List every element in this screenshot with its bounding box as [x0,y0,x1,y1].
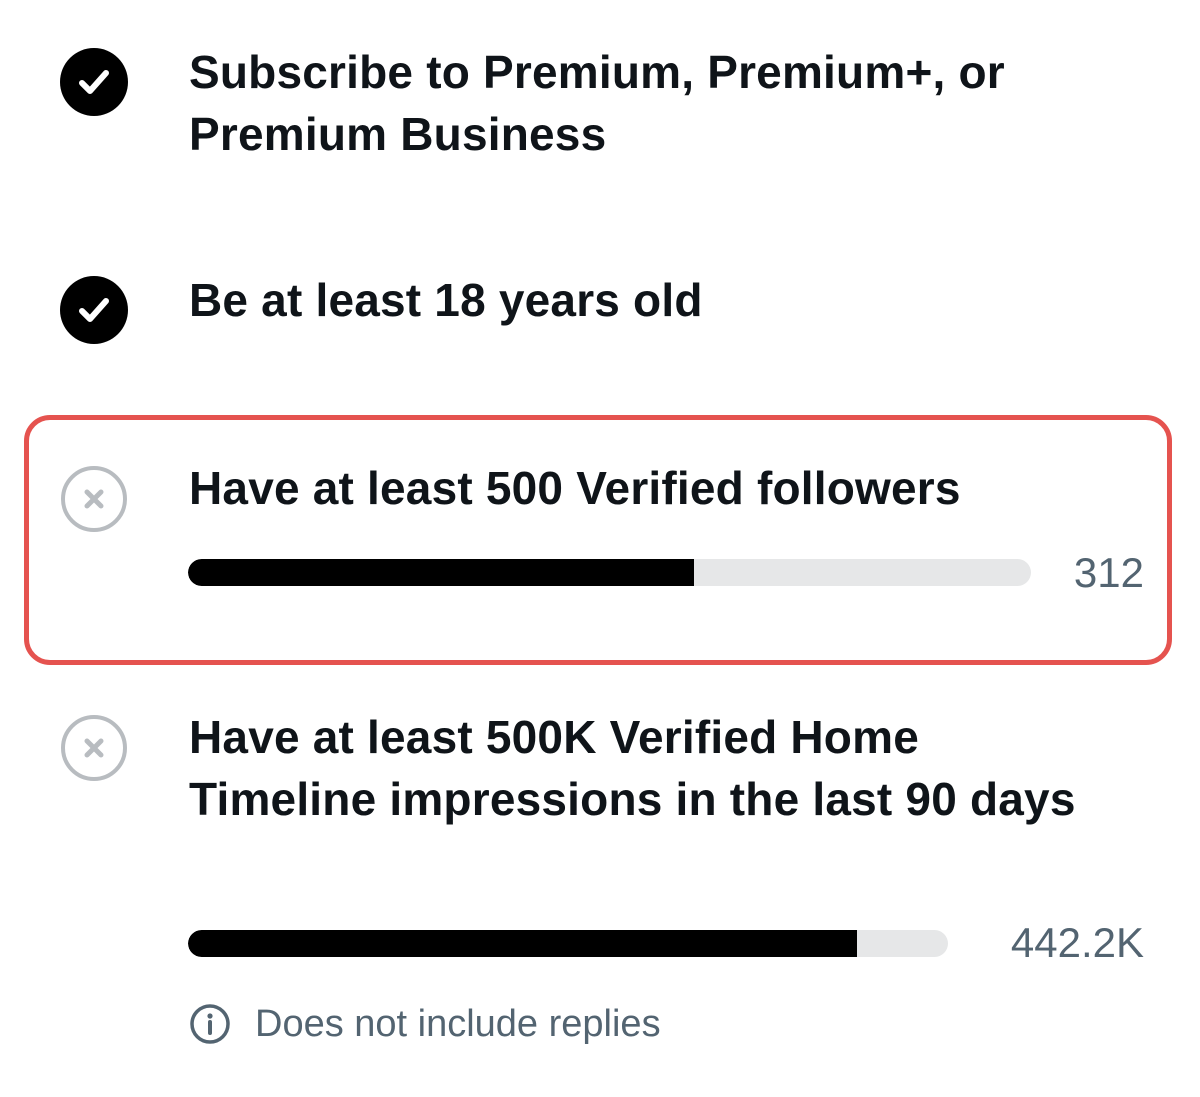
requirement-title: Have at least 500 Verified followers [189,462,961,514]
info-note: Does not include replies [189,998,661,1050]
check-circle-icon [60,48,128,116]
progress-value: 312 [1073,549,1144,596]
progress-bar [188,559,1031,586]
progress-value: 442.2K [1010,919,1144,966]
info-note-text: Does not include replies [255,1002,661,1045]
x-circle-icon [60,465,128,533]
progress-bar [188,930,948,957]
progress-bar-fill [188,930,857,957]
info-icon [189,1003,231,1045]
requirement-title: Subscribe to Premium, Premium+, or Premi… [189,46,1005,160]
check-circle-icon [60,276,128,344]
requirement-title: Have at least 500K Verified Home Timelin… [189,711,1076,825]
highlight-box [24,415,1172,665]
requirement-title: Be at least 18 years old [189,274,703,326]
progress-bar-fill [188,559,694,586]
x-circle-icon [60,714,128,782]
